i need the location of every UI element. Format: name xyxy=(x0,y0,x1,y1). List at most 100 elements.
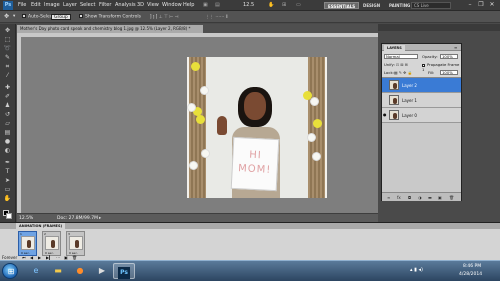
layer-row[interactable]: ● Layer 0 xyxy=(382,108,461,123)
crop-tool-icon[interactable]: ⌗ xyxy=(3,63,12,70)
layer-style-icon[interactable]: fx xyxy=(397,195,401,200)
menu-select[interactable]: Select xyxy=(80,2,95,8)
start-button[interactable]: ⊞ xyxy=(2,263,18,279)
photoshop-taskbar-button[interactable]: Ps xyxy=(113,263,135,279)
document-tab[interactable]: Mother's Day photo card speak and chemis… xyxy=(17,25,203,33)
quick-select-tool-icon[interactable]: ✎ xyxy=(3,54,12,61)
media-player-icon[interactable]: ▶ xyxy=(91,263,113,279)
layer-name[interactable]: Layer 1 xyxy=(402,98,417,103)
fill-field[interactable]: 100% xyxy=(440,70,458,75)
document-image[interactable]: HI MOM! xyxy=(187,57,327,198)
shape-tool-icon[interactable]: ▭ xyxy=(3,186,12,193)
add-mask-icon[interactable]: ◘ xyxy=(408,195,411,200)
layer-row[interactable]: Layer 1 xyxy=(382,93,461,108)
taskbar: ⊞ e ▬ ● ▶ Ps ▴ ▮ ◂) 8:46 PM 4/28/2014 xyxy=(0,260,500,281)
screen-mode-icon[interactable]: ▭ xyxy=(296,2,301,8)
internet-explorer-icon[interactable]: e xyxy=(25,263,47,279)
tab-animation-frames[interactable]: ANIMATION (FRAMES) xyxy=(16,223,66,229)
dodge-tool-icon[interactable]: ◐ xyxy=(3,147,12,154)
lasso-tool-icon[interactable]: ➰ xyxy=(3,45,12,52)
move-tool-icon[interactable]: ✥ xyxy=(3,27,12,34)
panel-dock-bar[interactable] xyxy=(378,24,500,31)
animation-frame[interactable]: 2 0 sec. xyxy=(42,231,61,256)
visibility-toggle[interactable] xyxy=(383,98,387,102)
layer-row[interactable]: Layer 2 xyxy=(382,78,461,93)
flower xyxy=(312,152,321,161)
animation-frame[interactable]: 1 0 sec. xyxy=(18,231,37,256)
eraser-tool-icon[interactable]: ▱ xyxy=(3,120,12,127)
workspace-essentials[interactable]: ESSENTIALS xyxy=(324,2,360,9)
visibility-toggle[interactable] xyxy=(383,83,387,87)
system-tray-icons[interactable]: ▴ ▮ ◂) xyxy=(410,267,423,273)
background-color-swatch[interactable] xyxy=(6,213,12,219)
new-layer-icon[interactable]: ▣ xyxy=(438,195,442,200)
type-tool-icon[interactable]: T xyxy=(3,168,12,175)
auto-select-dropdown[interactable]: Group xyxy=(51,14,71,20)
blur-tool-icon[interactable]: ● xyxy=(3,138,12,145)
zoom-readout[interactable]: 12.5 xyxy=(243,2,254,8)
menu-edit[interactable]: Edit xyxy=(31,2,41,8)
eye-icon[interactable]: ● xyxy=(383,113,387,117)
layer-name[interactable]: Layer 0 xyxy=(402,113,417,118)
document-info[interactable]: Doc: 27.8M/99.7M xyxy=(57,215,98,222)
zoom-field[interactable]: 12.5% xyxy=(19,215,33,222)
menu-layer[interactable]: Layer xyxy=(63,2,77,8)
brush-tool-icon[interactable]: ✐ xyxy=(3,93,12,100)
animation-frame[interactable]: 3 0 sec. xyxy=(66,231,85,256)
arrange-icon[interactable]: ⊞ xyxy=(282,2,286,8)
lock-icons[interactable]: ▦ ✎ ✥ 🔒 xyxy=(394,70,412,75)
clock-date[interactable]: 4/28/2014 xyxy=(459,272,482,277)
menu-analysis[interactable]: Analysis xyxy=(115,2,136,8)
folder-icon[interactable]: ▬ xyxy=(47,263,69,279)
workspace-design[interactable]: DESIGN xyxy=(360,2,383,9)
menu-view[interactable]: View xyxy=(147,2,159,8)
pen-tool-icon[interactable]: ✒ xyxy=(3,159,12,166)
opacity-field[interactable]: 100% xyxy=(440,54,458,59)
menu-image[interactable]: Image xyxy=(44,2,60,8)
distribute-icons[interactable]: ⋮⋮ ⋯⋯ ⫴ xyxy=(205,14,228,20)
tab-layers[interactable]: LAYERS xyxy=(384,45,405,51)
hi-mom-sign: HI MOM! xyxy=(230,136,280,192)
horizontal-ruler[interactable] xyxy=(17,33,378,37)
firefox-icon[interactable]: ● xyxy=(69,263,91,279)
unify-icons[interactable]: ⊡ ⊠ ⊞ xyxy=(396,62,408,67)
menu-filter[interactable]: Filter xyxy=(99,2,111,8)
minimize-icon[interactable]: – xyxy=(466,1,474,9)
show-transform-option[interactable]: Show Transform Controls xyxy=(79,14,141,20)
bridge-icon[interactable]: ▣ xyxy=(203,2,208,8)
show-transform-checkbox[interactable] xyxy=(79,14,83,18)
close-icon[interactable]: ✕ xyxy=(488,1,496,9)
menu-help[interactable]: Help xyxy=(183,2,194,8)
vertical-ruler[interactable] xyxy=(17,37,21,213)
gradient-tool-icon[interactable]: ▤ xyxy=(3,129,12,136)
trash-icon[interactable]: 🗑 xyxy=(449,195,454,200)
align-icons[interactable]: ⫿ ⫾ ⫿ ⊥ ⊤ ⊢ ⊣ xyxy=(150,14,179,20)
panel-menu-icon[interactable]: ≡ xyxy=(454,45,457,50)
hand-tool-icon[interactable]: ✋ xyxy=(3,195,12,202)
new-group-icon[interactable]: ▬ xyxy=(428,195,432,200)
status-menu-arrow-icon[interactable]: ▸ xyxy=(99,215,101,222)
restore-icon[interactable]: ❐ xyxy=(477,1,485,9)
photoshop-logo[interactable]: Ps xyxy=(3,1,13,10)
path-selection-tool-icon[interactable]: ➤ xyxy=(3,177,12,184)
menu-file[interactable]: File xyxy=(18,2,26,8)
mini-bridge-icon[interactable]: ▤ xyxy=(215,2,220,8)
tool-preset-picker-icon[interactable]: ▾ xyxy=(13,14,15,19)
workspace-painting[interactable]: PAINTING xyxy=(386,2,413,9)
menu-window[interactable]: Window xyxy=(162,2,182,8)
auto-select-checkbox[interactable] xyxy=(22,14,26,18)
adjustment-layer-icon[interactable]: ◑ xyxy=(418,195,422,200)
clone-stamp-tool-icon[interactable]: ♟ xyxy=(3,102,12,109)
healing-brush-tool-icon[interactable]: ✚ xyxy=(3,84,12,91)
link-layers-icon[interactable]: ∞ xyxy=(387,195,390,200)
layer-name[interactable]: Layer 2 xyxy=(402,83,417,88)
marquee-tool-icon[interactable]: ⬚ xyxy=(3,36,12,43)
cs-live-field[interactable]: CS Live xyxy=(411,2,451,9)
hand-icon[interactable]: ✋ xyxy=(268,2,274,8)
eyedropper-tool-icon[interactable]: ⁄ xyxy=(3,72,12,79)
blend-mode-dropdown[interactable]: Normal xyxy=(384,54,418,59)
move-tool-icon[interactable]: ✥ xyxy=(4,13,9,20)
history-brush-tool-icon[interactable]: ↺ xyxy=(3,111,12,118)
clock-time[interactable]: 8:46 PM xyxy=(463,264,481,269)
menu-3d[interactable]: 3D xyxy=(137,2,144,8)
